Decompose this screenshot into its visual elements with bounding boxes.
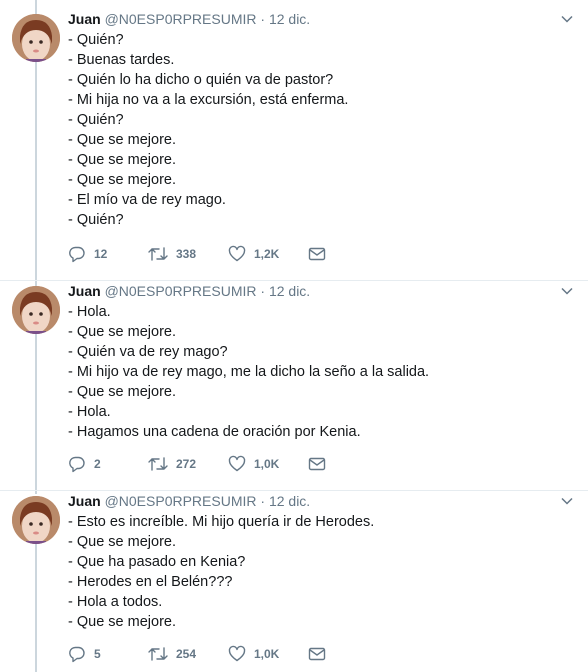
- avatar[interactable]: [12, 14, 60, 62]
- reply-button[interactable]: 12: [68, 245, 148, 263]
- reply-icon: [69, 456, 85, 473]
- tweet-line: - Que se mejore.: [68, 172, 176, 188]
- tweet[interactable]: Juan @N0ESP0RPRESUMIR · 12 dic. - Hola. …: [0, 272, 588, 490]
- tweet-line: - Que se mejore.: [68, 132, 176, 148]
- author-name[interactable]: Juan: [68, 493, 101, 509]
- heart-icon: [228, 645, 246, 662]
- heart-icon: [228, 455, 246, 472]
- like-button[interactable]: 1,0K: [228, 645, 308, 663]
- chevron-down-icon[interactable]: [560, 12, 574, 26]
- tweet-text: - Quién? - Buenas tardes. - Quién lo ha …: [68, 30, 348, 230]
- tweet-line: - Mi hija no va a la excursión, está enf…: [68, 92, 349, 108]
- author-name[interactable]: Juan: [68, 283, 101, 299]
- retweet-button[interactable]: 272: [148, 455, 228, 473]
- reply-button[interactable]: 5: [68, 645, 148, 663]
- chevron-down-icon[interactable]: [560, 284, 574, 298]
- retweet-button[interactable]: 338: [148, 245, 228, 263]
- tweet-line: - Hola.: [68, 304, 111, 320]
- tweet-line: - Quién?: [68, 112, 124, 128]
- dm-button[interactable]: [308, 455, 388, 473]
- tweet-line: - Que se mejore.: [68, 152, 176, 168]
- tweet-line: - Quién?: [68, 212, 124, 228]
- tweet-date[interactable]: · 12 dic.: [260, 283, 310, 299]
- dm-button[interactable]: [308, 245, 388, 263]
- tweet-date[interactable]: · 12 dic.: [260, 493, 310, 509]
- tweet[interactable]: Juan @N0ESP0RPRESUMIR · 12 dic. - Esto e…: [0, 482, 588, 672]
- reply-count: 2: [94, 457, 101, 471]
- tweet[interactable]: Juan @N0ESP0RPRESUMIR · 12 dic. - Quién?…: [0, 0, 588, 280]
- avatar[interactable]: [12, 286, 60, 334]
- heart-icon: [228, 245, 246, 262]
- like-count: 1,2K: [254, 247, 280, 261]
- tweet-text: - Esto es increíble. Mi hijo quería ir d…: [68, 512, 374, 632]
- retweet-count: 272: [176, 457, 197, 471]
- tweet-date[interactable]: · 12 dic.: [260, 11, 310, 27]
- retweet-button[interactable]: 254: [148, 645, 228, 663]
- tweet-actions: 5 254 1,0K: [68, 644, 388, 664]
- retweet-count: 254: [176, 647, 197, 661]
- author-handle[interactable]: @N0ESP0RPRESUMIR: [105, 283, 257, 299]
- tweet-line: - Quién va de rey mago?: [68, 344, 228, 360]
- avatar[interactable]: [12, 496, 60, 544]
- tweet-line: - Hagamos una cadena de oración por Keni…: [68, 424, 361, 440]
- reply-icon: [69, 646, 85, 663]
- envelope-icon: [308, 247, 326, 261]
- tweet-text: - Hola. - Que se mejore. - Quién va de r…: [68, 302, 429, 442]
- author-name[interactable]: Juan: [68, 11, 101, 27]
- tweet-line: - Que se mejore.: [68, 324, 176, 340]
- tweet-line: - Herodes en el Belén???: [68, 574, 233, 590]
- tweet-line: - Que se mejore.: [68, 614, 176, 630]
- tweet-line: - Hola.: [68, 404, 111, 420]
- author-handle[interactable]: @N0ESP0RPRESUMIR: [105, 493, 257, 509]
- chevron-down-icon[interactable]: [560, 494, 574, 508]
- dm-button[interactable]: [308, 645, 388, 663]
- envelope-icon: [308, 457, 326, 471]
- like-count: 1,0K: [254, 647, 280, 661]
- retweet-icon: [148, 647, 168, 661]
- tweet-line: - Que ha pasado en Kenia?: [68, 554, 246, 570]
- like-button[interactable]: 1,2K: [228, 245, 308, 263]
- author-handle[interactable]: @N0ESP0RPRESUMIR: [105, 11, 257, 27]
- tweet-line: - Mi hijo va de rey mago, me la dicho la…: [68, 364, 430, 380]
- tweet-actions: 12 338 1,2K: [68, 244, 388, 264]
- reply-count: 12: [94, 247, 108, 261]
- reply-count: 5: [94, 647, 101, 661]
- reply-button[interactable]: 2: [68, 455, 148, 473]
- tweet-header: Juan @N0ESP0RPRESUMIR · 12 dic.: [68, 10, 310, 28]
- tweet-header: Juan @N0ESP0RPRESUMIR · 12 dic.: [68, 492, 310, 510]
- like-count: 1,0K: [254, 457, 280, 471]
- tweet-line: - Esto es increíble. Mi hijo quería ir d…: [68, 514, 375, 530]
- tweet-line: - Quién?: [68, 32, 124, 48]
- tweet-line: - El mío va de rey mago.: [68, 192, 226, 208]
- tweet-line: - Quién lo ha dicho o quién va de pastor…: [68, 72, 334, 88]
- retweet-count: 338: [176, 247, 197, 261]
- reply-icon: [69, 246, 85, 263]
- retweet-icon: [148, 457, 168, 471]
- envelope-icon: [308, 647, 326, 661]
- like-button[interactable]: 1,0K: [228, 455, 308, 473]
- retweet-icon: [148, 247, 168, 261]
- tweet-line: - Hola a todos.: [68, 594, 163, 610]
- tweet-actions: 2 272 1,0K: [68, 454, 388, 474]
- tweet-line: - Que se mejore.: [68, 534, 176, 550]
- tweet-line: - Buenas tardes.: [68, 52, 175, 68]
- tweet-line: - Que se mejore.: [68, 384, 176, 400]
- tweet-header: Juan @N0ESP0RPRESUMIR · 12 dic.: [68, 282, 310, 300]
